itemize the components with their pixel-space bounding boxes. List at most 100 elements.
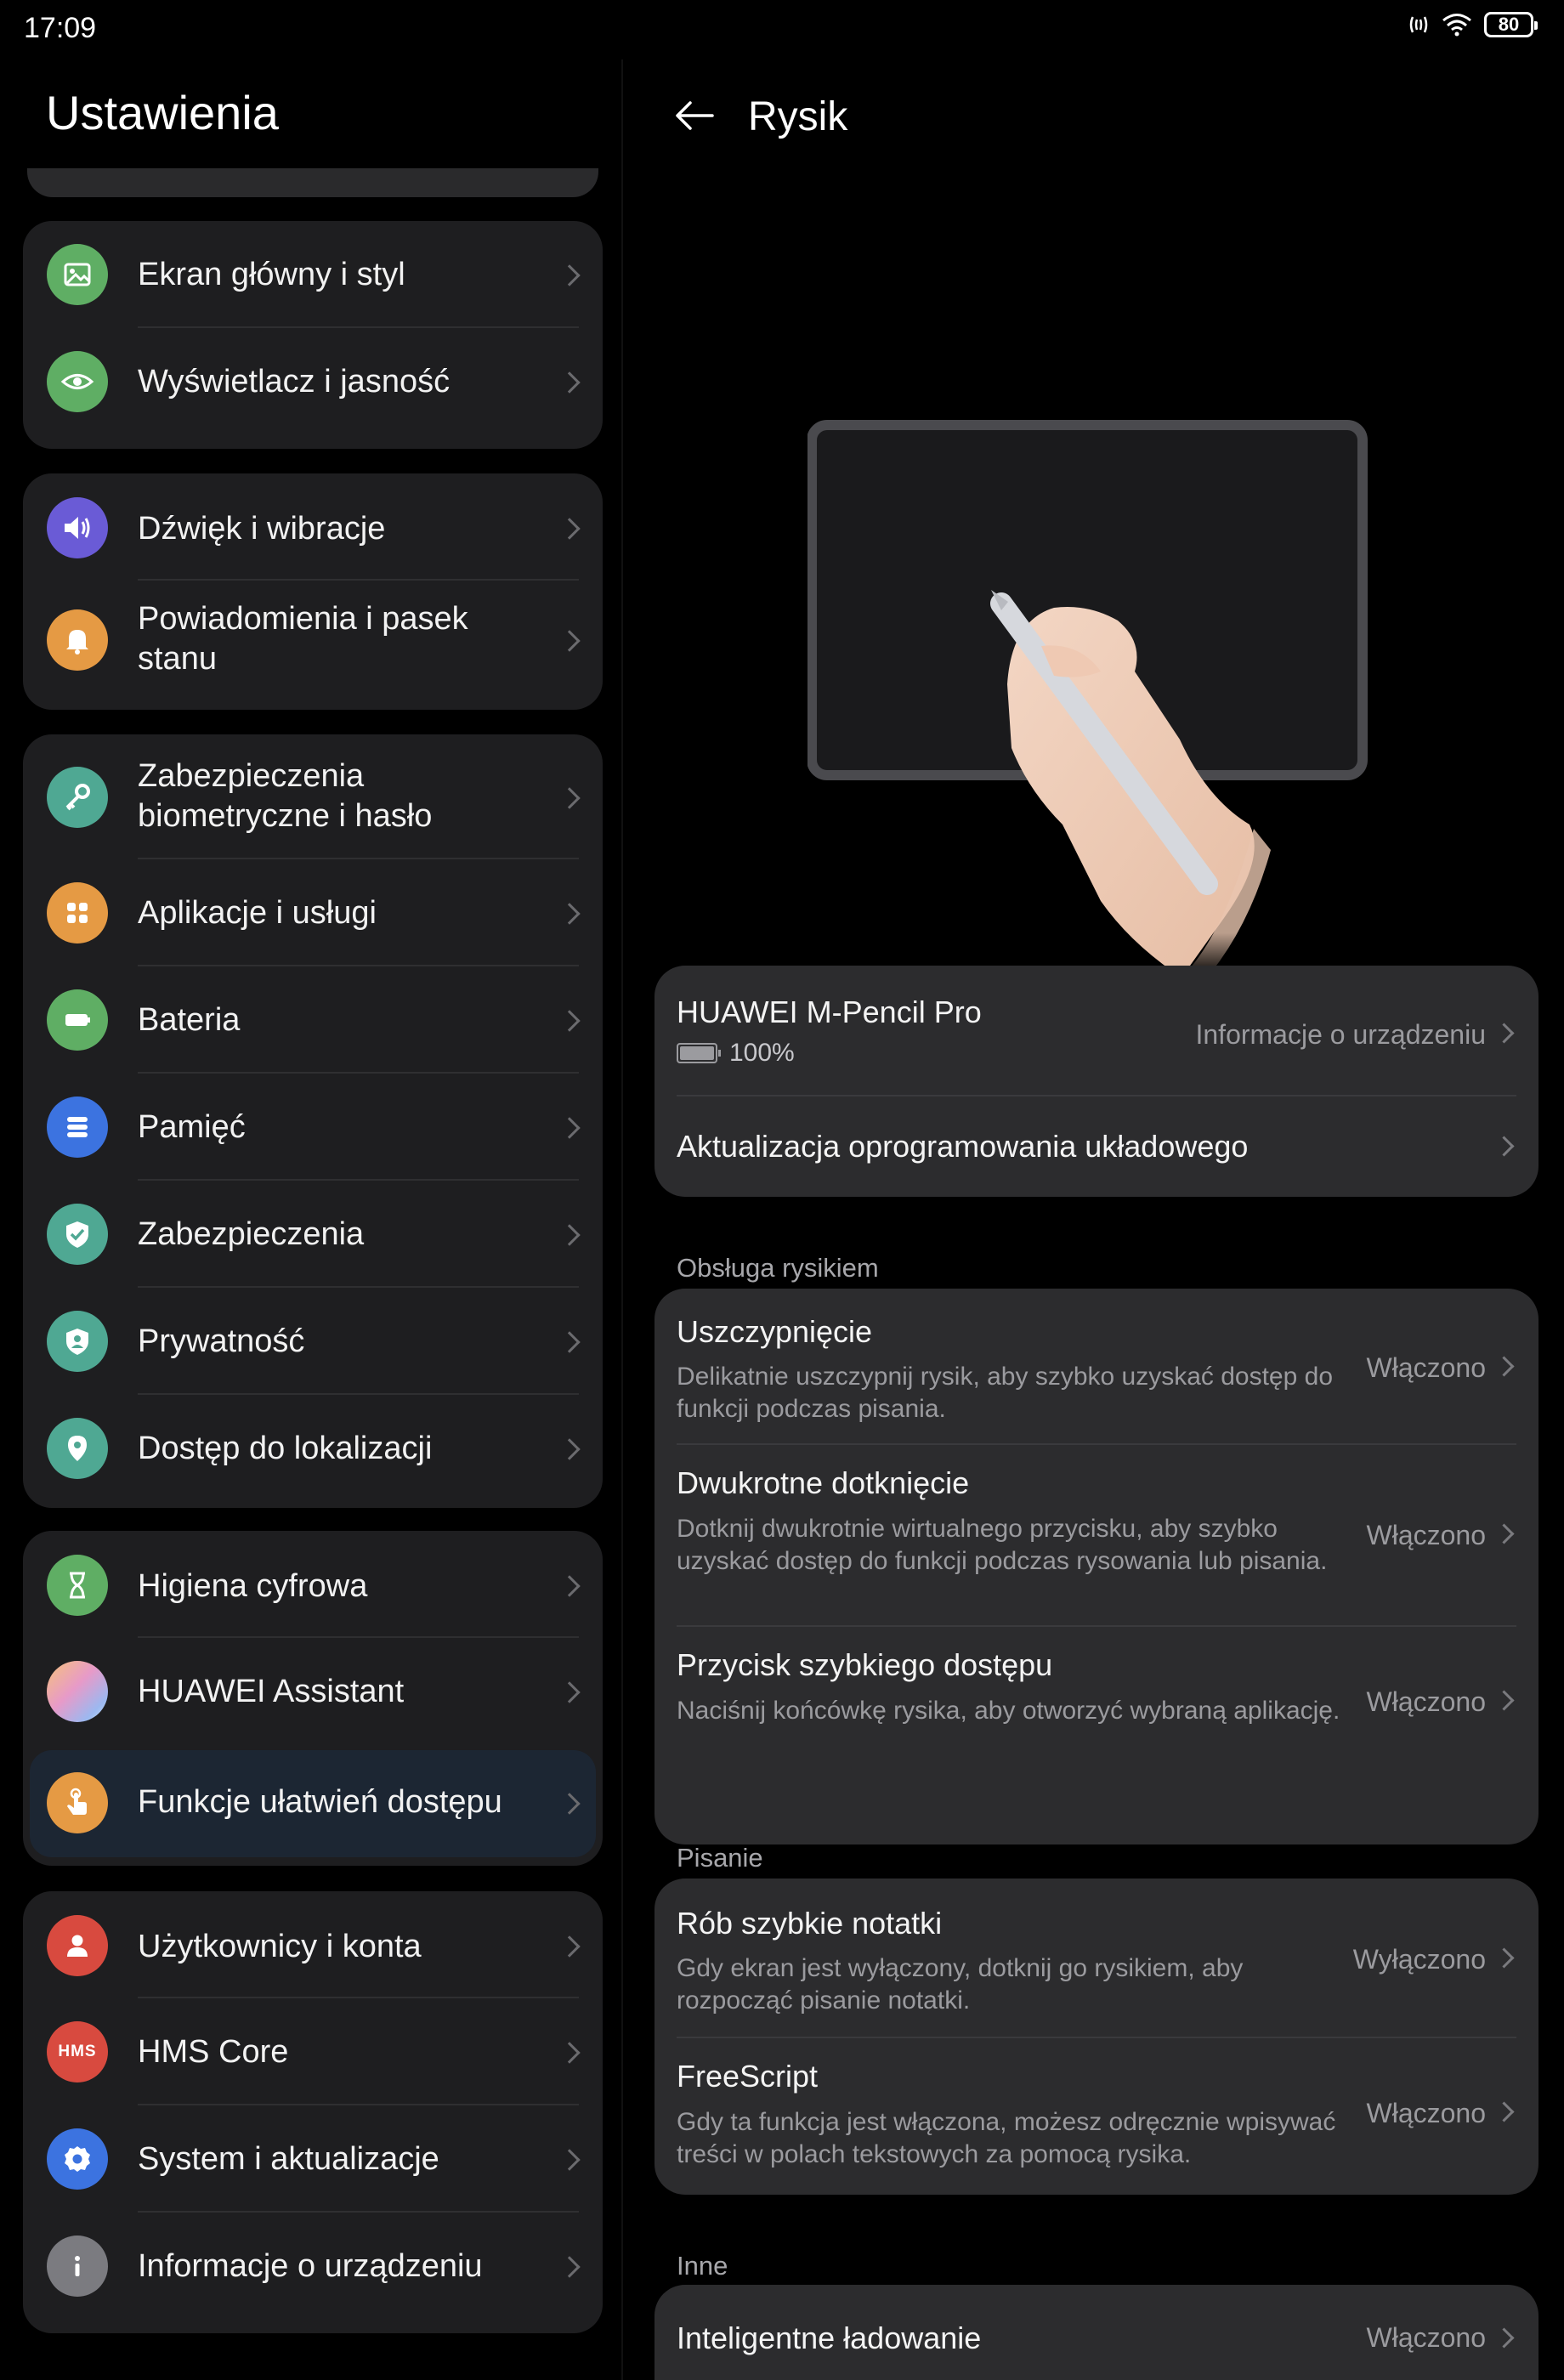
smart-charging-row[interactable]: Inteligentne ładowanie Włączono [654,2285,1538,2380]
sidebar-item-privacy[interactable]: Prywatność [23,1288,603,1395]
chevron-right-icon [558,264,581,286]
row-title: Dwukrotne dotknięcie [677,1465,970,1500]
stylus-handling-card: Uszczypnięcie Delikatnie uszczypnij rysi… [654,1289,1538,1844]
settings-group-3: Zabezpieczenia biometryczne i hasło Apli… [23,734,603,1508]
row-description: Gdy ta funkcja jest włączona, możesz odr… [677,2108,1336,2168]
sidebar-item-label: Higiena cyfrowa [138,1568,368,1604]
back-arrow-icon[interactable] [673,99,716,133]
chevron-right-icon [1493,1690,1515,1711]
sidebar-item-label: Prywatność [138,1323,305,1359]
sidebar-title: Ustawienia [46,86,279,139]
sidebar-item-location[interactable]: Dostęp do lokalizacji [23,1395,603,1502]
chevron-right-icon [558,1331,581,1353]
sidebar-item-label: HMS Core [138,2034,289,2070]
sidebar-item-label: System i aktualizacje [138,2141,439,2177]
firmware-update-row[interactable]: Aktualizacja oprogramowania układowego [654,1096,1538,1197]
wifi-icon [1442,14,1471,37]
storage-icon [47,1096,108,1158]
sidebar-item-huawei-assistant[interactable]: HUAWEI Assistant [23,1638,603,1745]
bell-icon [47,609,108,671]
row-title: FreeScript [677,2059,819,2094]
eye-icon [47,351,108,412]
privacy-shield-icon [47,1311,108,1372]
sidebar-item-label: Bateria [138,1002,241,1038]
settings-group-4: Higiena cyfrowa HUAWEI Assistant Funkcje… [23,1531,603,1866]
battery-icon [677,1043,721,1063]
settings-sidebar: Ustawienia Ekran główny i styl Wyświetla… [0,60,620,2380]
sidebar-item-battery[interactable]: Bateria [23,966,603,1074]
stylus-illustration [808,420,1368,978]
info-icon [47,2236,108,2297]
double-tap-row[interactable]: Dwukrotne dotknięcie Dotknij dwukrotnie … [654,1445,1538,1627]
sidebar-item-label: Użytkownicy i konta [138,1929,422,1964]
writing-card: Rób szybkie notatki Gdy ekran jest wyłąc… [654,1878,1538,2195]
sidebar-item-label: Zabezpieczenia [138,1216,365,1252]
settings-group-5: Użytkownicy i konta HMS HMS Core System … [23,1891,603,2333]
sidebar-item-hms-core[interactable]: HMS HMS Core [23,1998,603,2105]
sidebar-item-about-device[interactable]: Informacje o urządzeniu [23,2213,603,2320]
sidebar-item-users[interactable]: Użytkownicy i konta [23,1891,603,1998]
row-title: Przycisk szybkiego dostępu [677,1647,1053,1682]
chevron-right-icon [558,1575,581,1597]
chevron-right-icon [558,787,581,809]
sidebar-item-system[interactable]: System i aktualizacje [23,2105,603,2213]
row-value: Włączono [1366,1686,1487,1717]
pen-battery: 100% [677,1039,795,1068]
image-icon [47,244,108,305]
section-label-writing: Pisanie [677,1843,763,1873]
battery-indicator: 80 [1484,12,1538,37]
sidebar-item-label: Pamięć [138,1109,246,1145]
sidebar-item-sound[interactable]: Dźwięk i wibracje [23,473,603,581]
sidebar-item-label: HUAWEI Assistant [138,1674,405,1709]
sidebar-item-label: Aplikacje i usługi [138,895,377,931]
chevron-right-icon [558,630,581,652]
chevron-right-icon [558,2256,581,2278]
gear-icon [47,2128,108,2190]
status-bar: 17:09 80 [0,0,1564,60]
sidebar-item-biometrics[interactable]: Zabezpieczenia biometryczne i hasło [23,734,603,859]
sidebar-item-label: Ekran główny i styl [138,257,405,292]
sidebar-item-digital-balance[interactable]: Higiena cyfrowa [23,1531,603,1638]
row-description: Delikatnie uszczypnij rysik, aby szybko … [677,1363,1334,1423]
row-title: Rób szybkie notatki [677,1906,943,1941]
battery-level: 80 [1498,14,1520,35]
chevron-right-icon [558,1010,581,1032]
quick-notes-row[interactable]: Rób szybkie notatki Gdy ekran jest wyłąc… [654,1878,1538,2038]
chevron-right-icon [558,1793,581,1815]
row-title: Uszczypnięcie [677,1314,873,1349]
sidebar-item-home-screen[interactable]: Ekran główny i styl [23,221,603,328]
row-title: Inteligentne ładowanie [677,2320,982,2355]
status-icons: 80 [1408,12,1538,37]
sidebar-item-label: Powiadomienia i pasek stanu [138,601,468,677]
sidebar-item-display[interactable]: Wyświetlacz i jasność [23,328,603,435]
pinch-row[interactable]: Uszczypnięcie Delikatnie uszczypnij rysi… [654,1289,1538,1445]
row-value: Włączono [1366,2098,1487,2128]
search-bar-collapsed[interactable] [27,168,598,197]
sidebar-item-storage[interactable]: Pamięć [23,1074,603,1181]
chevron-right-icon [558,903,581,925]
chevron-right-icon [1493,1356,1515,1377]
row-description: Naciśnij końcówkę rysika, aby otworzyć w… [677,1697,1340,1725]
chevron-right-icon [558,2042,581,2064]
chevron-right-icon [558,1438,581,1460]
sidebar-item-label: Dostęp do lokalizacji [138,1431,433,1466]
sidebar-item-label: Zabezpieczenia biometryczne i hasło [138,758,433,834]
hms-icon: HMS [47,2021,108,2082]
sidebar-item-notifications[interactable]: Powiadomienia i pasek stanu [23,581,603,700]
device-info-row[interactable]: HUAWEI M-Pencil Pro 100% Informacje o ur… [654,966,1538,1096]
sidebar-item-security[interactable]: Zabezpieczenia [23,1181,603,1288]
other-card: Inteligentne ładowanie Włączono [654,2285,1538,2380]
quick-access-button-row[interactable]: Przycisk szybkiego dostępu Naciśnij końc… [654,1627,1538,1794]
row-value: Wyłączono [1352,1944,1486,1975]
chevron-right-icon [558,1117,581,1139]
row-description: Dotknij dwukrotnie wirtualnego przycisku… [677,1515,1328,1575]
chevron-right-icon [1493,1523,1515,1544]
freescript-row[interactable]: FreeScript Gdy ta funkcja jest włączona,… [654,2038,1538,2195]
sidebar-item-apps[interactable]: Aplikacje i usługi [23,859,603,966]
page-title: Rysik [748,94,848,139]
sidebar-item-accessibility[interactable]: Funkcje ułatwień dostępu [23,1745,603,1861]
status-time: 17:09 [24,12,97,44]
sidebar-item-label: Dźwięk i wibracje [138,511,386,547]
assistant-orb-icon [47,1661,108,1722]
chevron-right-icon [558,1681,581,1703]
